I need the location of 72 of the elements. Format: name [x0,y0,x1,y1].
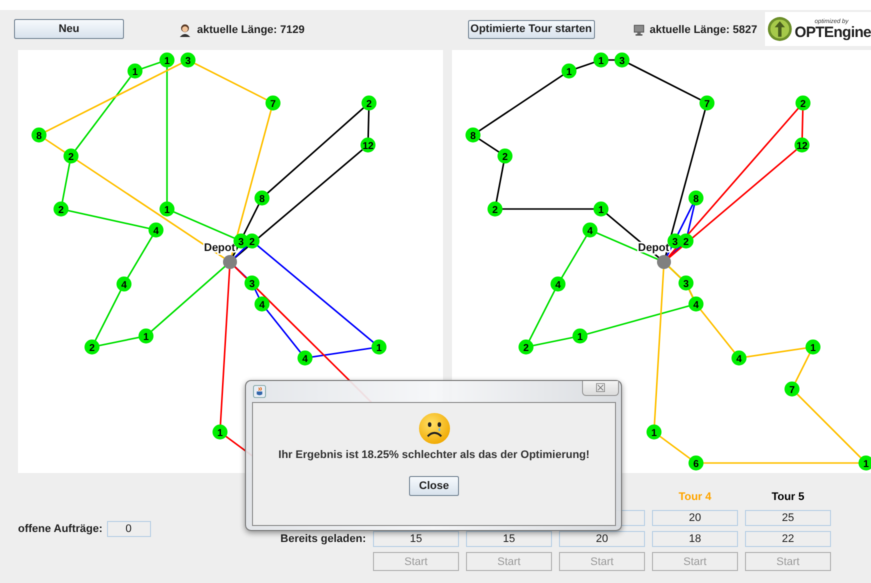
loaded-field[interactable]: 18 [652,531,738,547]
map-node: 2 [64,148,78,164]
map-node: 2 [488,202,502,216]
map-node: 1 [562,64,576,78]
map-node: 2 [796,96,810,110]
tour-header: Tour 4 [678,490,712,505]
map-node: 1 [160,52,174,68]
map-node: 1 [806,340,820,354]
map-node: 8 [32,128,46,142]
capacity-field[interactable]: 25 [745,510,831,526]
map-node: 4 [582,222,598,238]
map-node: 4 [732,350,746,366]
map-node: 1 [646,424,662,440]
length-label: aktuelle Länge: 7129 [197,24,305,36]
map-node: 1 [138,328,154,344]
capacity-field[interactable]: 20 [652,510,738,526]
person-icon [178,23,192,37]
dialog-message: Ihr Ergebnis ist 18.25% schlechter als das der Optimierung! [278,449,590,461]
map-node: 2 [84,340,100,354]
map-node: 4 [148,222,164,238]
new-button[interactable]: Neu [14,19,124,39]
orders-field[interactable]: 0 [106,521,151,537]
map-node: 12 [360,138,376,152]
map-node: 4 [116,276,132,292]
map-node: 7 [266,96,280,110]
map-node: 1 [128,64,142,78]
map-node: 1 [160,202,174,216]
optimize-button[interactable]: Optimierte Tour starten [468,20,595,38]
map-node: 2 [518,340,534,354]
map-node: 1 [212,424,228,440]
map-node: 2 [498,148,512,164]
loaded-field[interactable]: 15 [373,531,459,547]
map-node: 8 [466,128,480,142]
map-node: 3 [614,52,630,68]
depot-marker [223,255,237,269]
close-button[interactable]: ☒ [582,381,619,396]
map-node: 4 [688,296,704,312]
map-node: 4 [550,276,566,292]
map-node: 4 [254,296,270,312]
monitor-icon [632,24,645,36]
map-node: 3 [678,276,694,290]
map-node: 2 [54,202,68,216]
map-node: 2 [362,96,376,110]
map-node: 4 [298,350,312,366]
loaded-field[interactable]: 15 [466,531,552,547]
map-node: 7 [784,382,800,396]
map-node: 2 [244,234,260,248]
orders-label: offene Aufträge: [18,523,103,535]
map-node: 1 [594,202,608,216]
map-node: 1 [594,52,608,68]
map-node: 8 [254,190,270,206]
logo-text: OPTEngine [794,24,871,40]
logo-icon [767,15,793,43]
map-node: 1 [572,328,588,344]
tour-header: Tour 5 [770,490,806,505]
map-node: 6 [688,456,704,470]
map-node: 8 [688,190,704,206]
map-node: 2 [678,234,694,248]
depot-marker [657,255,671,269]
length-label: aktuelle Länge: 5827 [650,24,758,36]
map-node: 3 [180,52,196,68]
loaded-label: Bereits geladen: [280,532,366,547]
map-node: 1 [858,456,871,470]
map-node: 1 [372,340,386,354]
cup-icon [253,385,266,398]
loaded-field[interactable]: 20 [559,531,645,547]
loaded-field[interactable]: 22 [745,531,831,547]
map-node: 3 [244,276,260,290]
close-button[interactable]: Close [409,476,459,496]
map-node: 7 [700,96,714,110]
map-node: 12 [794,138,810,152]
sad-face-icon [418,412,450,445]
